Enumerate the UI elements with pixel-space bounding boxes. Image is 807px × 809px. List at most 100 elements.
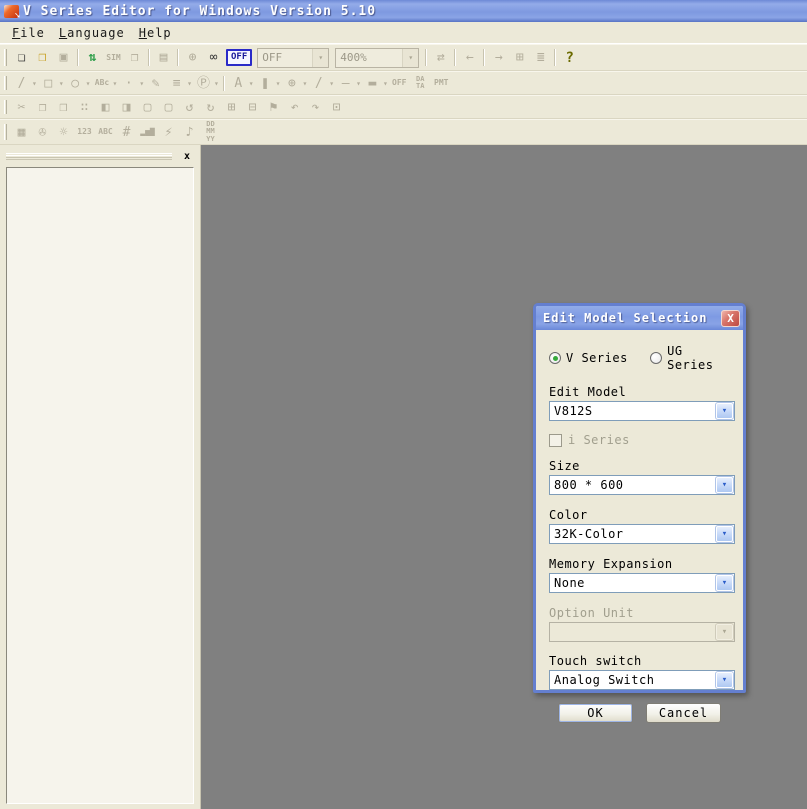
pen-tool-icon: ❚ bbox=[255, 73, 276, 94]
ruler-tool-icon: ≡ bbox=[166, 73, 187, 94]
edit-model-value: V812S bbox=[550, 402, 715, 420]
binoculars-icon[interactable]: ∞ bbox=[203, 47, 224, 68]
memory-expansion-combobox[interactable]: None ▾ bbox=[549, 573, 735, 593]
chevron-down-icon[interactable]: ▾ bbox=[716, 477, 733, 493]
window-titlebar[interactable]: V Series Editor for Windows Version 5.10 bbox=[0, 0, 807, 22]
i-series-checkbox bbox=[549, 434, 562, 447]
i-series-row: i Series bbox=[549, 433, 730, 447]
memory-expansion-label: Memory Expansion bbox=[549, 557, 730, 571]
switch-part-icon: ✇ bbox=[32, 122, 53, 143]
memory-expansion-value: None bbox=[550, 574, 715, 592]
cancel-button[interactable]: Cancel bbox=[646, 703, 721, 723]
zoom-level-combobox: 400% ▾ bbox=[335, 48, 419, 68]
plug-part-icon: ⚡ bbox=[158, 122, 179, 143]
group-icon: ⊞ bbox=[221, 97, 242, 118]
menu-help-mnemonic: H bbox=[139, 26, 147, 40]
dropdown-arrow-icon: ▾ bbox=[249, 79, 254, 88]
new-file-icon[interactable]: ❏ bbox=[11, 47, 32, 68]
dialog-title: Edit Model Selection bbox=[543, 311, 721, 325]
open-file-icon[interactable]: ❒ bbox=[32, 47, 53, 68]
dialog-titlebar[interactable]: Edit Model Selection X bbox=[536, 306, 743, 330]
dropdown-arrow-icon: ▾ bbox=[112, 79, 117, 88]
graph-part-icon: ▂▅▇ bbox=[137, 122, 158, 143]
size-value: 800 * 600 bbox=[550, 476, 715, 494]
menu-language-mnemonic: L bbox=[59, 26, 67, 40]
help-icon[interactable]: ? bbox=[559, 47, 580, 68]
off-display-button[interactable]: OFF bbox=[226, 49, 252, 66]
menu-language[interactable]: Language bbox=[53, 24, 133, 42]
screen-copy-icon: ❐ bbox=[124, 47, 145, 68]
screen-listbox[interactable] bbox=[6, 167, 194, 804]
toolbar-separator bbox=[454, 49, 456, 66]
toolbar-separator bbox=[177, 49, 179, 66]
touch-switch-combobox[interactable]: Analog Switch ▾ bbox=[549, 670, 735, 690]
paste-icon: ❒ bbox=[53, 97, 74, 118]
dropdown-arrow-icon: ▾ bbox=[32, 79, 37, 88]
off-state-value: OFF bbox=[258, 49, 312, 67]
color-combobox[interactable]: 32K-Color ▾ bbox=[549, 524, 735, 544]
multi-copy-icon: ∷ bbox=[74, 97, 95, 118]
num-display-part-icon: 123 bbox=[74, 122, 95, 143]
toolbar-separator bbox=[77, 49, 79, 66]
window-title: V Series Editor for Windows Version 5.10 bbox=[23, 4, 376, 19]
chevron-down-icon: ▾ bbox=[402, 49, 418, 67]
dropdown-arrow-icon: ▾ bbox=[86, 79, 91, 88]
menu-file[interactable]: File bbox=[6, 24, 53, 42]
reduce-icon: ▢ bbox=[158, 97, 179, 118]
paint-tool-icon: ✎ bbox=[145, 73, 166, 94]
chevron-down-icon[interactable]: ▾ bbox=[716, 672, 733, 688]
screen-list-icon: ⊞ bbox=[509, 47, 530, 68]
marker-pin-icon: ⚑ bbox=[263, 97, 284, 118]
calendar-part-icon: DD MM YY bbox=[200, 122, 221, 143]
overlap-front-icon: ◧ bbox=[95, 97, 116, 118]
dot-tool-icon: · bbox=[118, 73, 139, 94]
dropdown-arrow-icon: ▾ bbox=[329, 79, 334, 88]
size-combobox[interactable]: 800 * 600 ▾ bbox=[549, 475, 735, 495]
pmt-mode-icon: PMT bbox=[431, 73, 452, 94]
radio-v-series[interactable]: V Series bbox=[549, 351, 644, 365]
toolbar-grip[interactable] bbox=[4, 49, 7, 65]
chevron-down-icon[interactable]: ▾ bbox=[716, 403, 733, 419]
rotate-right-icon: ↻ bbox=[200, 97, 221, 118]
globe-tool-icon: ⊕ bbox=[281, 73, 302, 94]
panel-header: x bbox=[6, 149, 194, 163]
toolbar-grip[interactable] bbox=[4, 100, 7, 114]
menu-language-label: anguage bbox=[67, 26, 125, 40]
chevron-down-icon[interactable]: ▾ bbox=[716, 526, 733, 542]
line-tool-icon: / bbox=[11, 73, 32, 94]
rotate-left-icon: ↺ bbox=[179, 97, 200, 118]
fill-rect-tool-icon: ▬ bbox=[362, 73, 383, 94]
redo-icon: ↷ bbox=[305, 97, 326, 118]
dialog-body: V Series UG Series Edit Model V812S ▾ i … bbox=[536, 330, 743, 723]
edit-model-label: Edit Model bbox=[549, 385, 730, 399]
dropdown-arrow-icon: ▾ bbox=[139, 79, 144, 88]
i-series-label: i Series bbox=[568, 433, 630, 447]
transfer-icon[interactable]: ⇅ bbox=[82, 47, 103, 68]
toolbar-grip[interactable] bbox=[4, 76, 7, 90]
toolbar-separator bbox=[148, 49, 150, 66]
dropdown-arrow-icon: ▾ bbox=[59, 79, 64, 88]
ok-button[interactable]: OK bbox=[558, 703, 633, 723]
menu-file-mnemonic: F bbox=[12, 26, 20, 40]
menu-help[interactable]: Help bbox=[133, 24, 180, 42]
size-label: Size bbox=[549, 459, 730, 473]
dropdown-arrow-icon: ▾ bbox=[187, 79, 192, 88]
text-tool-icon: ABc bbox=[91, 73, 112, 94]
toolbar-standard: ❏ ❒ ▣ ⇅ SIM ❐ ▤ ⊕ ∞ OFF OFF ▾ 400% ▾ ⇄ ←… bbox=[0, 44, 807, 71]
radio-ug-series[interactable]: UG Series bbox=[650, 344, 730, 372]
simulator-icon: SIM bbox=[103, 47, 124, 68]
toolbar-edit: ✂ ❐ ❒ ∷ ◧ ◨ ▢ ▢ ↺ ↻ ⊞ ⊟ ⚑ ↶ ↷ ⊡ bbox=[0, 95, 807, 119]
toolbar-grip[interactable] bbox=[4, 124, 7, 139]
toolbar-parts: ▦ ✇ ☼ 123 ABC # ▂▅▇ ⚡ ♪ DD MM YY bbox=[0, 119, 807, 145]
app-icon bbox=[4, 5, 19, 18]
color-value: 32K-Color bbox=[550, 525, 715, 543]
radio-unselected-icon bbox=[650, 352, 662, 364]
hline-tool-icon: — bbox=[335, 73, 356, 94]
zoom-search-icon: ⊕ bbox=[182, 47, 203, 68]
edit-model-combobox[interactable]: V812S ▾ bbox=[549, 401, 735, 421]
panel-gripper[interactable] bbox=[6, 153, 172, 160]
dialog-close-icon[interactable]: X bbox=[721, 310, 740, 327]
panel-close-icon[interactable]: x bbox=[180, 149, 194, 163]
chevron-down-icon[interactable]: ▾ bbox=[716, 575, 733, 591]
menu-help-label: elp bbox=[147, 26, 172, 40]
